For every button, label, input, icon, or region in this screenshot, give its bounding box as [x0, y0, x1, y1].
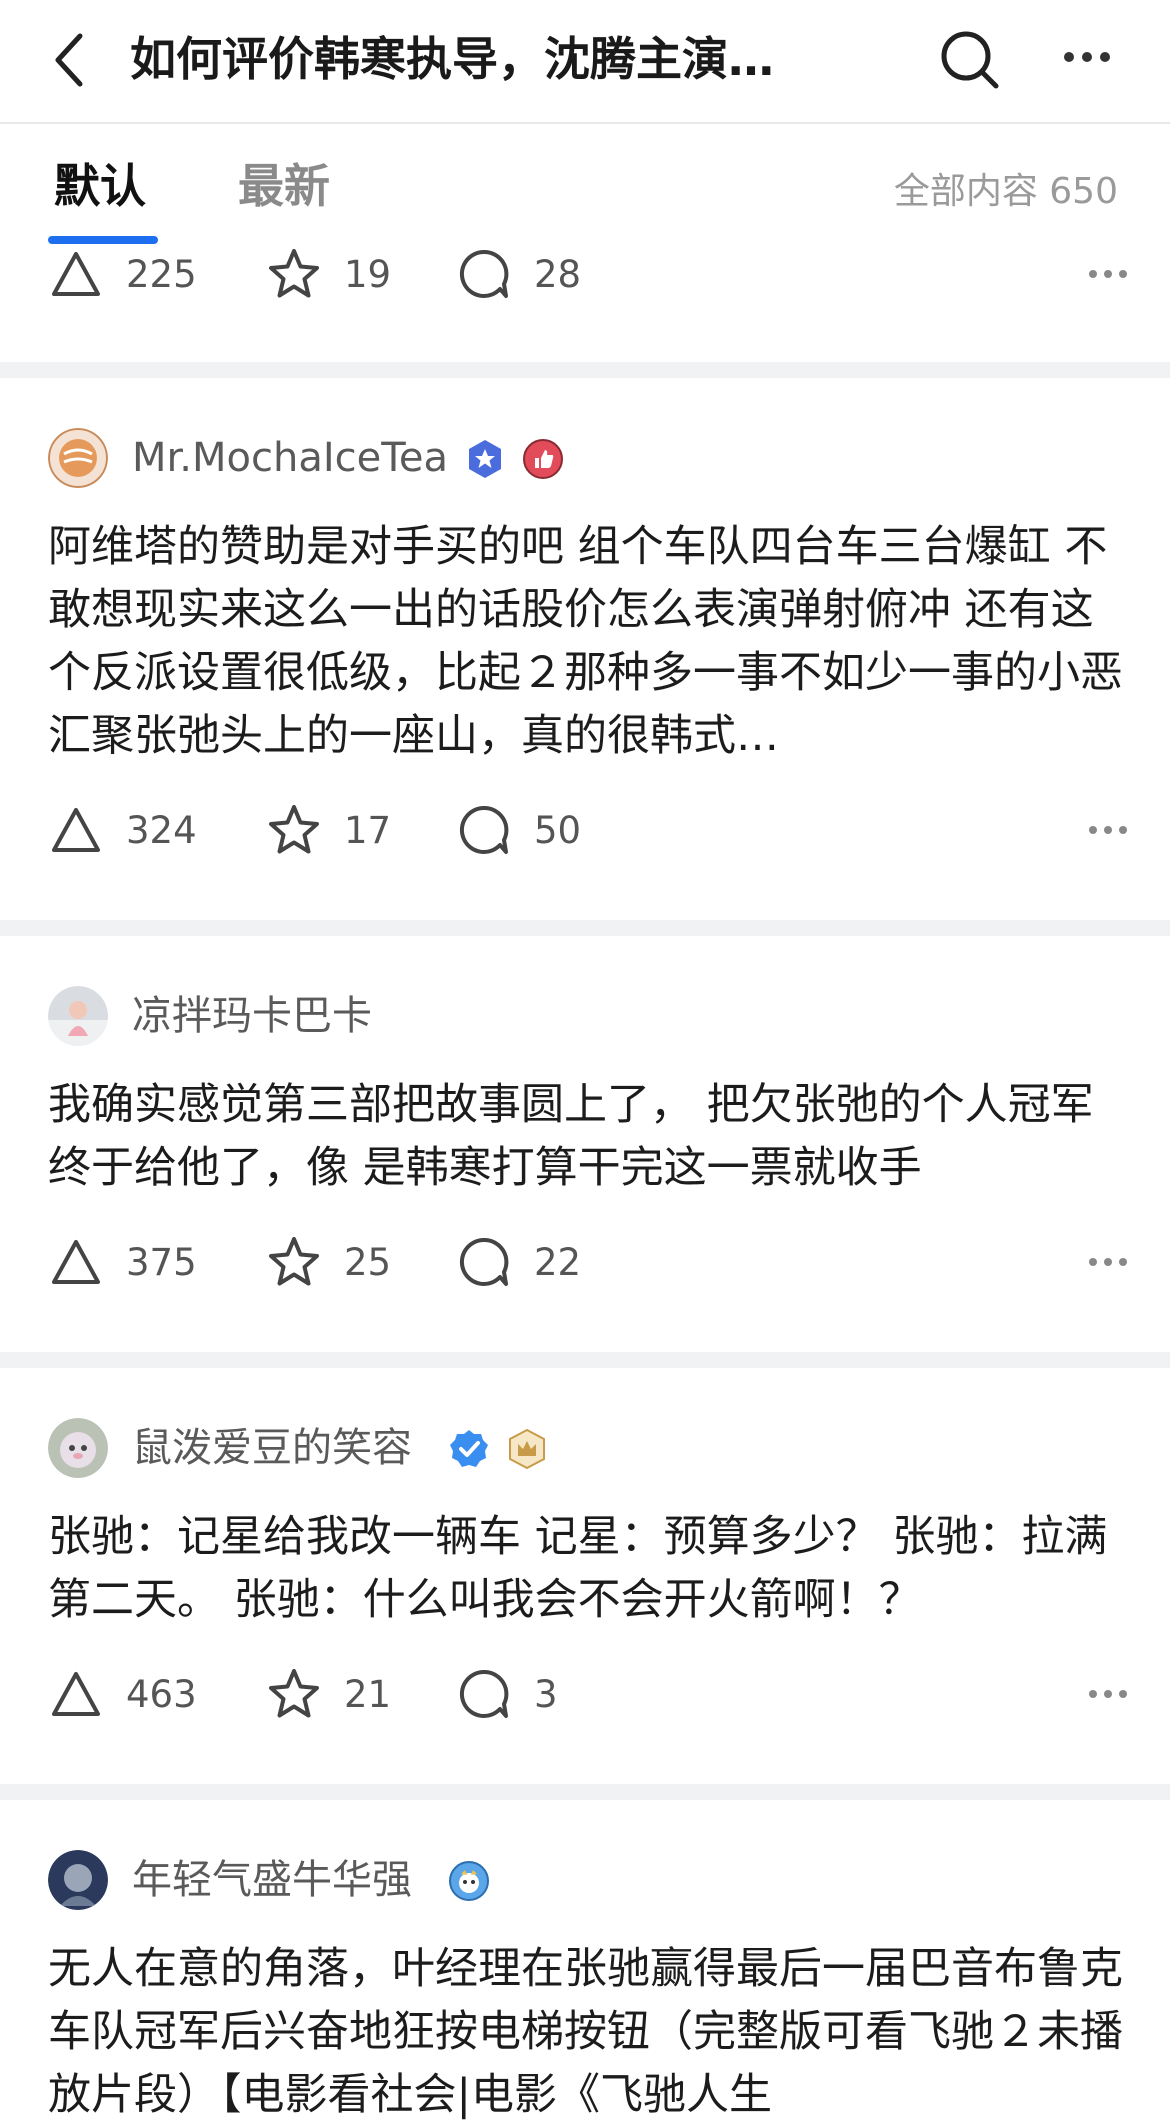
upvote-button[interactable]: 324	[48, 800, 197, 860]
avatar[interactable]	[48, 1850, 108, 1910]
post-content[interactable]: 张驰：记星给我改一辆车 记星：预算多少？ 张驰：拉满 第二天。 张驰：什么叫我会…	[48, 1506, 1128, 1632]
comment-count: 22	[534, 1240, 582, 1284]
comment-icon	[459, 249, 509, 298]
avatar[interactable]	[48, 1418, 108, 1478]
search-icon[interactable]	[938, 28, 1000, 90]
avatar[interactable]	[48, 428, 108, 488]
comment-count: 3	[534, 1672, 558, 1716]
tab-latest[interactable]: 最新	[238, 154, 330, 218]
upvote-count: 463	[126, 1672, 197, 1716]
favorite-count: 17	[344, 808, 392, 852]
upvote-button[interactable]: 463	[48, 1664, 197, 1724]
tab-default[interactable]: 默认	[54, 154, 146, 218]
favorite-count: 19	[344, 252, 392, 296]
favorite-button[interactable]: 17	[266, 800, 391, 860]
more-horizontal-icon[interactable]	[1062, 50, 1112, 64]
comment-button[interactable]: 22	[456, 1232, 581, 1292]
divider	[0, 920, 1170, 936]
comment-count: 50	[534, 808, 582, 852]
comment-icon	[459, 1237, 509, 1286]
favorite-count: 21	[344, 1672, 392, 1716]
upvote-icon	[52, 252, 100, 296]
divider	[0, 362, 1170, 378]
upvote-count: 225	[126, 252, 197, 296]
post-actions: 324 17 50	[48, 800, 1128, 860]
more-horizontal-icon[interactable]	[1088, 1256, 1128, 1268]
star-icon	[269, 805, 319, 854]
upvote-button[interactable]: 375	[48, 1232, 197, 1292]
username[interactable]: 鼠泼爱豆的笑容	[132, 1418, 412, 1478]
tab-bar: 默认 最新 全部内容 650	[0, 124, 1170, 244]
upvote-count: 375	[126, 1240, 197, 1284]
content-count: 全部内容 650	[893, 171, 1118, 212]
post-actions: 463 21 3	[48, 1664, 1128, 1724]
post-actions: 225 19 28	[48, 244, 1128, 304]
upvote-icon	[52, 1672, 100, 1716]
comment-icon	[459, 1669, 509, 1718]
comment-icon	[459, 805, 509, 854]
username[interactable]: 凉拌玛卡巴卡	[132, 986, 372, 1046]
verified-icon	[469, 440, 501, 478]
verified-check-icon	[450, 1430, 488, 1467]
favorite-button[interactable]: 21	[266, 1664, 391, 1724]
more-horizontal-icon[interactable]	[1088, 824, 1128, 836]
upvote-count: 324	[126, 808, 197, 852]
favorite-button[interactable]: 19	[266, 244, 391, 304]
post-content[interactable]: 阿维塔的赞助是对手买的吧 组个车队四台车三台爆缸 不敢想现实来这么一出的话股价怎…	[48, 516, 1128, 768]
thumbs-up-badge-icon	[523, 439, 563, 479]
star-icon	[269, 249, 319, 298]
comment-button[interactable]: 28	[456, 244, 581, 304]
comment-button[interactable]: 3	[456, 1664, 558, 1724]
post-actions: 375 25 22	[48, 1232, 1128, 1292]
upvote-icon	[52, 1240, 100, 1284]
more-horizontal-icon[interactable]	[1088, 1688, 1128, 1700]
comment-count: 28	[534, 252, 582, 296]
page-title: 如何评价韩寒执导，沈腾主演…	[130, 32, 774, 86]
mascot-badge-icon	[449, 1861, 489, 1901]
username[interactable]: Mr.MochaIceTea	[132, 428, 448, 488]
comment-button[interactable]: 50	[456, 800, 581, 860]
crown-badge-icon	[509, 1428, 545, 1470]
star-icon	[269, 1669, 319, 1718]
favorite-count: 25	[344, 1240, 392, 1284]
more-horizontal-icon[interactable]	[1088, 268, 1128, 280]
favorite-button[interactable]: 25	[266, 1232, 391, 1292]
upvote-icon	[52, 808, 100, 852]
star-icon	[269, 1237, 319, 1286]
post-content[interactable]: 无人在意的角落，叶经理在张驰赢得最后一届巴音布鲁克车队冠军后兴奋地狂按电梯按钮（…	[48, 1938, 1128, 2127]
divider	[0, 1784, 1170, 1800]
post-content[interactable]: 我确实感觉第三部把故事圆上了， 把欠张弛的个人冠军终于给他了，像 是韩寒打算干完…	[48, 1074, 1128, 1200]
active-tab-indicator	[48, 236, 158, 244]
upvote-button[interactable]: 225	[48, 244, 197, 304]
top-bar: 如何评价韩寒执导，沈腾主演…	[0, 0, 1170, 124]
username[interactable]: 年轻气盛牛华强	[132, 1850, 412, 1910]
avatar[interactable]	[48, 986, 108, 1046]
divider	[0, 1352, 1170, 1368]
chevron-left-icon[interactable]	[48, 30, 88, 90]
